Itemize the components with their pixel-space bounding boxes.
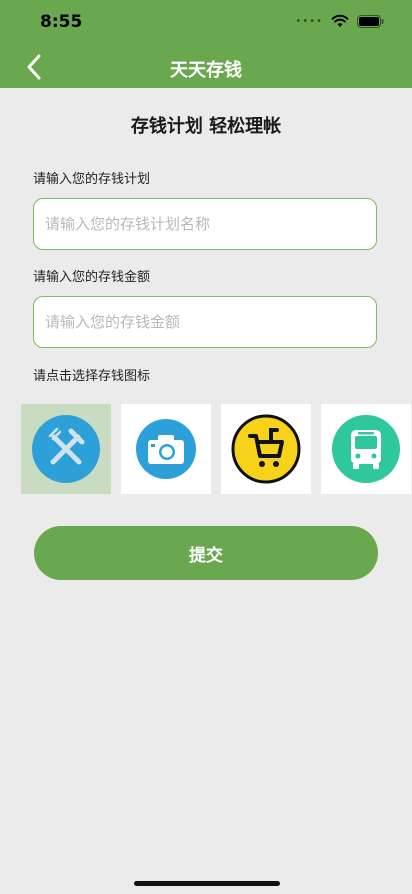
shopping-cart-icon [231,414,301,484]
nav-bar: 天天存钱 [0,46,412,88]
plan-label: 请输入您的存钱计划 [33,172,151,187]
app-header: 8:55 •••• 天天存钱 [0,0,412,88]
status-time: 8:55 [40,12,83,32]
signal-icon: •••• [295,15,323,27]
battery-icon [357,14,384,28]
slogan-heading: 存钱计划 轻松理帐 [130,116,282,137]
bus-icon [332,415,400,483]
icon-option-transport[interactable] [321,404,411,494]
icon-option-shopping[interactable] [221,404,311,494]
amount-input[interactable] [33,296,377,348]
status-bar: 8:55 •••• [0,0,412,46]
fork-knife-icon [32,415,100,483]
submit-button[interactable]: 提交 [34,526,378,580]
wifi-icon [331,14,349,27]
icon-select-label: 请点击选择存钱图标 [33,369,151,384]
icon-option-food[interactable] [21,404,111,494]
home-indicator [134,881,280,886]
status-icons: •••• [295,14,384,28]
plan-name-input[interactable] [33,198,377,250]
camera-icon [136,419,196,479]
page-title: 天天存钱 [170,60,242,81]
amount-label: 请输入您的存钱金额 [33,270,151,285]
icon-option-camera[interactable] [121,404,211,494]
